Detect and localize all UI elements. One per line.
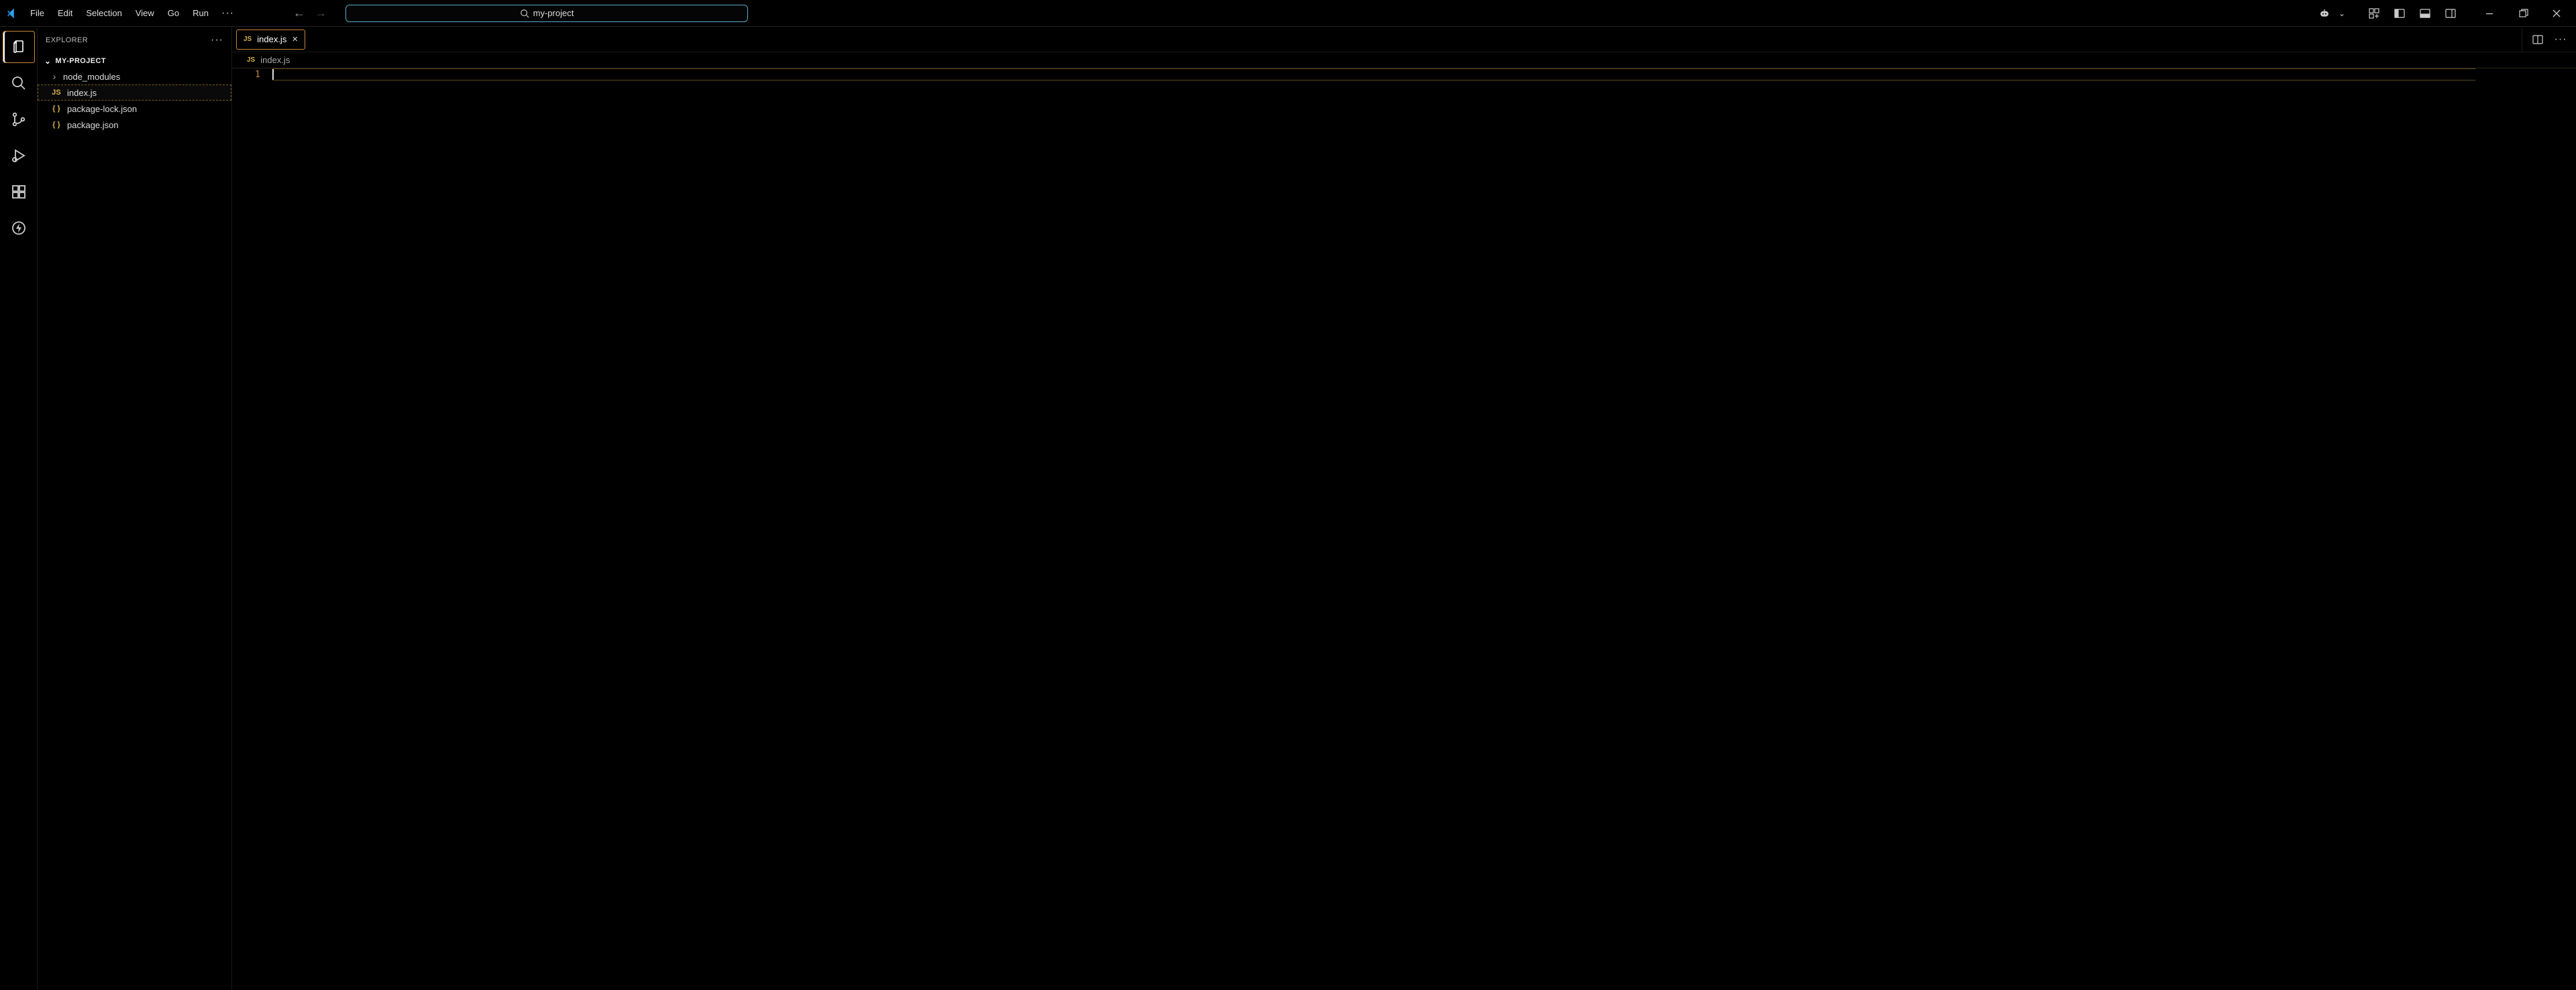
explorer-more-icon[interactable]: ··· xyxy=(211,34,223,46)
current-line-highlight xyxy=(272,68,2475,80)
activity-extensions[interactable] xyxy=(3,176,35,208)
chevron-down-icon[interactable]: ⌄ xyxy=(2339,9,2351,18)
text-cursor xyxy=(272,69,274,80)
tree-item-label: package.json xyxy=(67,120,119,130)
explorer-header: EXPLORER ··· xyxy=(38,27,231,54)
activity-bar xyxy=(0,27,38,990)
menu-view[interactable]: View xyxy=(129,5,160,21)
project-root[interactable]: ⌄ MY-PROJECT xyxy=(38,54,231,68)
explorer-title: EXPLORER xyxy=(46,36,88,44)
activity-thunder-icon[interactable] xyxy=(3,212,35,244)
toggle-primary-sidebar-icon[interactable] xyxy=(2388,3,2411,23)
editor-area: JS index.js × ··· JS index.js 1 xyxy=(232,27,2576,990)
tree-item-label: index.js xyxy=(67,88,97,98)
copilot-icon[interactable] xyxy=(2313,3,2336,23)
tree-item-label: node_modules xyxy=(63,72,120,82)
json-file-icon: { } xyxy=(51,121,62,129)
tree-item-file[interactable]: { } package.json xyxy=(38,117,231,133)
title-bar: File Edit Selection View Go Run ··· ← → … xyxy=(0,0,2576,27)
command-center[interactable]: my-project xyxy=(345,5,748,22)
command-center-text: my-project xyxy=(533,8,574,18)
json-file-icon: { } xyxy=(51,105,62,113)
layout-customize-icon[interactable] xyxy=(2363,3,2385,23)
code-editor[interactable]: 1 xyxy=(232,68,2576,990)
editor-tab-label: index.js xyxy=(257,34,286,44)
window-maximize-icon[interactable] xyxy=(2508,3,2538,23)
vscode-logo-icon xyxy=(5,7,17,19)
breadcrumb-text: index.js xyxy=(260,55,290,65)
js-file-icon: JS xyxy=(247,56,255,64)
activity-search[interactable] xyxy=(3,67,35,99)
menu-run[interactable]: Run xyxy=(186,5,215,21)
nav-forward-icon[interactable]: → xyxy=(311,5,331,21)
activity-source-control[interactable] xyxy=(3,103,35,135)
tree-item-folder[interactable]: node_modules xyxy=(38,68,231,85)
chevron-down-icon: ⌄ xyxy=(44,56,51,66)
window-minimize-icon[interactable] xyxy=(2474,3,2505,23)
titlebar-right: ⌄ xyxy=(2313,3,2576,23)
tree-item-label: package-lock.json xyxy=(67,104,137,114)
nav-history: ← → xyxy=(289,5,331,21)
menu-overflow[interactable]: ··· xyxy=(216,7,239,19)
search-icon xyxy=(520,9,529,18)
window-close-icon[interactable] xyxy=(2541,3,2572,23)
js-file-icon: JS xyxy=(51,89,62,97)
code-content[interactable] xyxy=(272,68,2576,990)
editor-tabbar: JS index.js × ··· xyxy=(232,27,2576,52)
menu-edit[interactable]: Edit xyxy=(52,5,78,21)
breadcrumb[interactable]: JS index.js xyxy=(232,52,2576,68)
main-menu: File Edit Selection View Go Run ··· xyxy=(24,5,239,21)
split-editor-icon[interactable] xyxy=(2528,30,2548,50)
editor-more-icon[interactable]: ··· xyxy=(2551,30,2571,50)
toggle-panel-icon[interactable] xyxy=(2414,3,2436,23)
activity-explorer[interactable] xyxy=(3,31,35,63)
menu-go[interactable]: Go xyxy=(162,5,185,21)
menu-selection[interactable]: Selection xyxy=(80,5,127,21)
project-name: MY-PROJECT xyxy=(55,57,106,65)
toggle-secondary-sidebar-icon[interactable] xyxy=(2439,3,2462,23)
close-tab-icon[interactable]: × xyxy=(292,34,298,45)
editor-tab[interactable]: JS index.js × xyxy=(236,30,305,50)
nav-back-icon[interactable]: ← xyxy=(289,5,309,21)
js-file-icon: JS xyxy=(244,36,252,43)
file-tree: node_modules JS index.js { } package-loc… xyxy=(38,68,231,138)
tree-item-file[interactable]: { } package-lock.json xyxy=(38,101,231,117)
line-number: 1 xyxy=(232,70,260,80)
line-number-gutter: 1 xyxy=(232,68,272,990)
explorer-sidebar: EXPLORER ··· ⌄ MY-PROJECT node_modules J… xyxy=(38,27,232,990)
tree-item-file[interactable]: JS index.js xyxy=(38,85,231,101)
activity-run-debug[interactable] xyxy=(3,140,35,172)
menu-file[interactable]: File xyxy=(24,5,50,21)
editor-actions: ··· xyxy=(2522,27,2576,52)
